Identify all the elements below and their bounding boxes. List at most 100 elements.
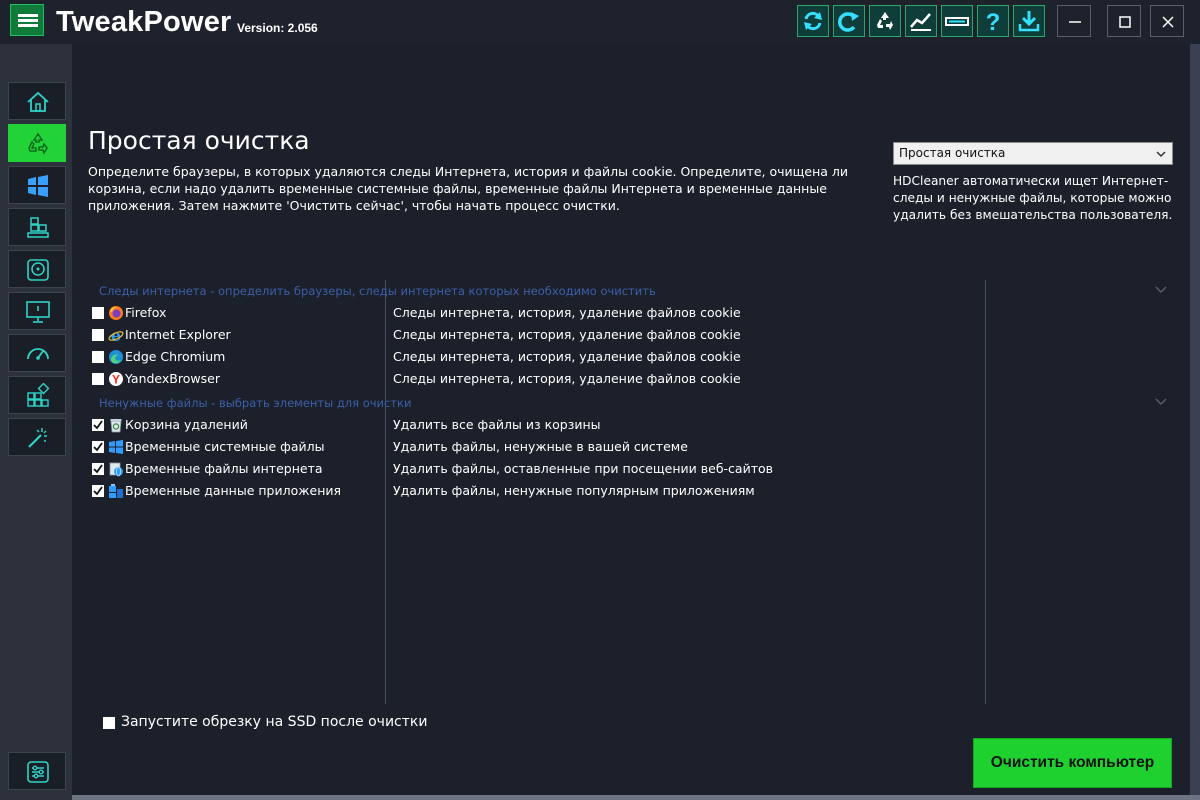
firefox-label: Firefox	[125, 305, 167, 320]
list-item-temp-internet-files: Временные файлы интернета Удалить файлы,…	[91, 458, 773, 480]
internet-files-icon	[109, 462, 123, 477]
minimize-icon	[1069, 21, 1081, 23]
monitor-icon	[26, 301, 50, 323]
edge-chromium-checkbox[interactable]	[92, 351, 104, 363]
sidebar-item-registry[interactable]	[8, 208, 66, 246]
firefox-description: Следы интернета, история, удаление файло…	[393, 305, 741, 320]
registry-icon	[27, 217, 49, 238]
temp-internet-files-checkbox[interactable]	[92, 463, 104, 475]
edge-icon	[109, 350, 123, 364]
mode-note: HDCleaner автоматически ищет Интернет-сл…	[893, 174, 1173, 222]
menu-button[interactable]	[10, 4, 44, 36]
app-version: Version: 2.056	[237, 21, 318, 35]
ssd-trim-checkbox[interactable]	[103, 717, 115, 729]
svg-text:Y: Y	[112, 373, 120, 387]
close-icon	[1162, 16, 1174, 28]
mode-select-value: Простая очистка	[899, 146, 1006, 160]
sidebar-item-system[interactable]	[8, 292, 66, 330]
yandex-browser-checkbox[interactable]	[92, 373, 104, 385]
checkmark-icon	[93, 464, 103, 474]
sidebar-item-tools[interactable]	[8, 376, 66, 414]
list-item-firefox: Firefox Следы интернета, история, удален…	[91, 302, 741, 324]
temp-internet-files-description: Удалить файлы, оставленные при посещении…	[393, 461, 773, 476]
memory-button[interactable]	[941, 5, 973, 37]
list-item-yandex-browser: Y YandexBrowser Следы интернета, история…	[91, 368, 741, 390]
internet-explorer-label: Internet Explorer	[125, 327, 231, 342]
temp-system-files-label: Временные системные файлы	[125, 439, 325, 454]
help-button[interactable]: ?	[977, 5, 1009, 37]
sidebar-item-windows[interactable]	[8, 166, 66, 204]
svg-text:?: ?	[986, 9, 1001, 33]
sidebar-item-cleaner[interactable]	[8, 124, 66, 162]
section-header-internet-traces: Следы интернета - определить браузеры, с…	[99, 284, 656, 298]
recycle-icon	[28, 132, 48, 155]
recycle-icon	[877, 12, 893, 30]
redo-button[interactable]	[833, 5, 865, 37]
list-item-recycle-bin: Корзина удалений Удалить все файлы из ко…	[91, 414, 731, 436]
yandex-icon: Y	[109, 372, 123, 387]
column-divider-right	[985, 280, 986, 704]
speedometer-icon	[27, 348, 49, 360]
desktop-background-strip	[72, 795, 1200, 800]
internet-explorer-checkbox[interactable]	[92, 329, 104, 341]
temp-internet-files-label: Временные файлы интернета	[125, 461, 323, 476]
list-item-internet-explorer: e Internet Explorer Следы интернета, ист…	[91, 324, 741, 346]
maximize-icon	[1119, 16, 1131, 28]
settings-sliders-icon	[27, 761, 49, 783]
tiles-icon	[27, 383, 50, 407]
temp-app-data-checkbox[interactable]	[92, 485, 104, 497]
list-item-temp-system-files: Временные системные файлы Удалить файлы,…	[91, 436, 731, 458]
temp-system-files-description: Удалить файлы, ненужные в вашей системе	[393, 439, 688, 454]
yandex-browser-label: YandexBrowser	[125, 371, 220, 386]
clean-computer-button[interactable]: Очистить компьютер	[973, 738, 1172, 788]
temp-system-files-checkbox[interactable]	[92, 441, 104, 453]
checkmark-icon	[93, 420, 103, 430]
temp-app-data-label: Временные данные приложения	[125, 483, 342, 498]
chart-button[interactable]	[905, 5, 937, 37]
recycle-button[interactable]	[869, 5, 901, 37]
ssd-trim-option: Запустите обрезку на SSD после очистки	[103, 714, 503, 734]
magic-wand-icon	[28, 428, 47, 448]
sidebar-item-disk[interactable]	[8, 250, 66, 288]
collapse-chevron-icon[interactable]	[1154, 284, 1168, 296]
recycle-bin-checkbox[interactable]	[92, 419, 104, 431]
page-description: Определите браузеры, в которых удаляются…	[88, 164, 848, 213]
window-edge	[1190, 44, 1200, 800]
page-title: Простая очистка	[88, 126, 310, 155]
temp-app-data-description: Удалить файлы, ненужные популярным прило…	[393, 483, 755, 498]
internet-explorer-icon: e	[108, 327, 124, 343]
maximize-button[interactable]	[1107, 5, 1141, 37]
chart-icon	[910, 13, 931, 31]
sidebar-item-settings[interactable]	[8, 752, 66, 790]
sidebar-item-wizard[interactable]	[8, 418, 66, 456]
download-button[interactable]	[1013, 5, 1045, 37]
mode-select[interactable]: Простая очистка	[893, 142, 1173, 165]
windows-icon	[28, 175, 48, 197]
sidebar-item-performance[interactable]	[8, 334, 66, 372]
redo-icon	[838, 12, 859, 32]
list-item-edge-chromium: Edge Chromium Следы интернета, история, …	[91, 346, 741, 368]
home-icon	[27, 91, 49, 112]
app-title: TweakPower	[56, 6, 232, 38]
edge-chromium-description: Следы интернета, история, удаление файло…	[393, 349, 741, 364]
chevron-down-icon	[1156, 151, 1166, 158]
sidebar-item-home[interactable]	[8, 82, 66, 120]
minimize-button[interactable]	[1057, 5, 1091, 37]
checkmark-icon	[93, 442, 103, 452]
close-button[interactable]	[1150, 5, 1184, 37]
firefox-checkbox[interactable]	[92, 307, 104, 319]
collapse-chevron-icon[interactable]	[1154, 396, 1168, 408]
ssd-trim-label: Запустите обрезку на SSD после очистки	[121, 714, 428, 730]
disk-icon	[27, 259, 49, 281]
app-data-icon	[109, 484, 123, 498]
menu-icon	[18, 14, 38, 17]
internet-explorer-description: Следы интернета, история, удаление файло…	[393, 327, 741, 342]
title-bar: TweakPower Version: 2.056 ?	[0, 0, 1200, 44]
windows-icon	[109, 440, 123, 454]
edge-chromium-label: Edge Chromium	[125, 349, 226, 364]
refresh-icon	[804, 11, 822, 31]
yandex-browser-description: Следы интернета, история, удаление файло…	[393, 371, 741, 386]
recycle-bin-icon	[110, 419, 122, 433]
refresh-button[interactable]	[797, 5, 829, 37]
list-item-temp-app-data: Временные данные приложения Удалить файл…	[91, 480, 755, 502]
